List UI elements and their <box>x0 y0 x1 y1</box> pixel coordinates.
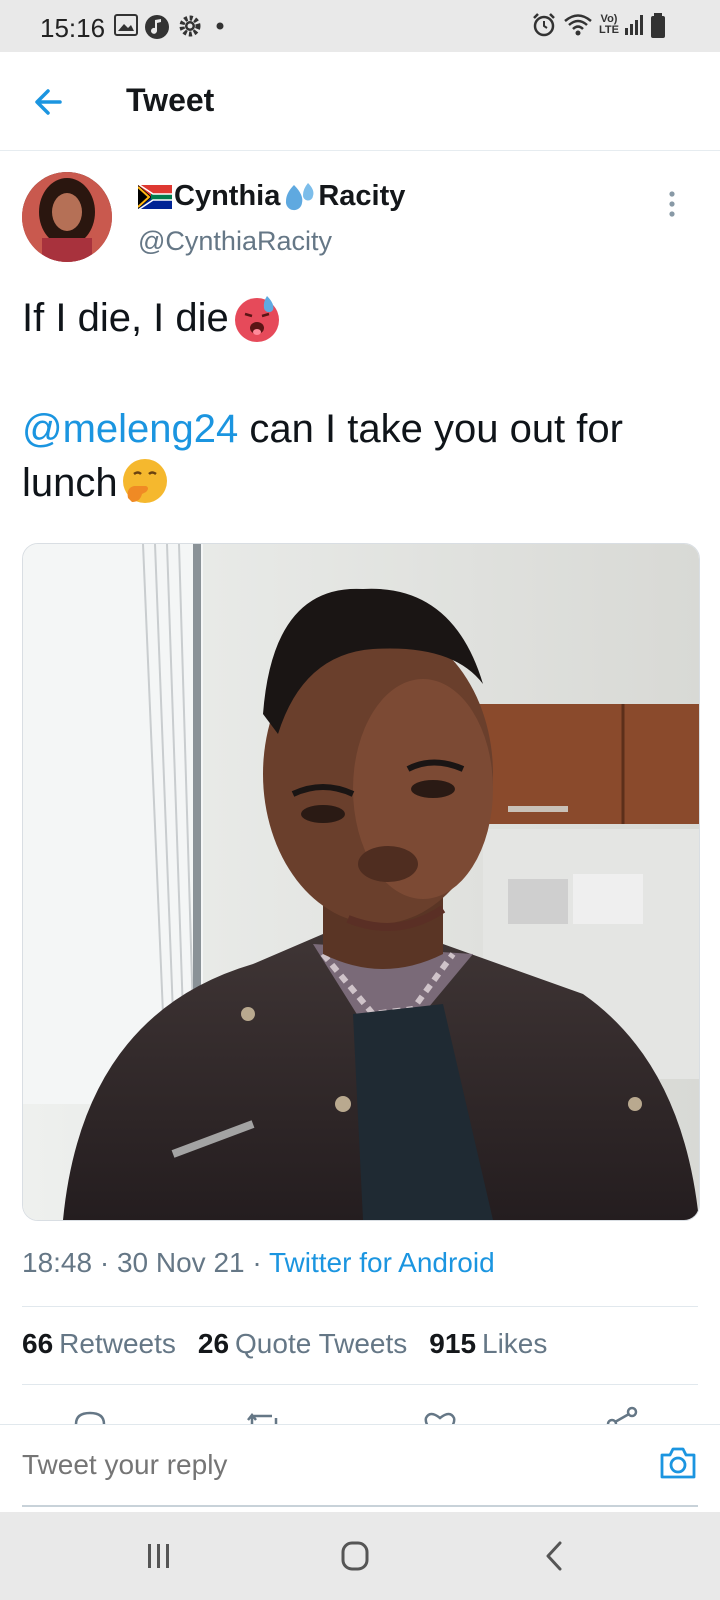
image-icon <box>114 14 138 36</box>
status-time: 15:16 <box>40 13 106 43</box>
divider <box>22 1384 698 1385</box>
page-title: Tweet <box>126 82 215 118</box>
tweet-text-line1: If I die, I die <box>22 292 283 344</box>
quote-tweets-stat[interactable]: 26 Quote Tweets <box>198 1328 407 1360</box>
music-icon <box>145 15 169 39</box>
mention-link[interactable]: @meleng24 <box>22 407 238 451</box>
hand-over-mouth-icon <box>122 459 167 503</box>
tweet-actions <box>0 1404 720 1424</box>
tweet-date: 30 Nov 21 <box>116 1247 245 1278</box>
retweet-icon[interactable] <box>244 1412 284 1424</box>
tweet-timestamp: 18:48 · 30 Nov 21 · Twitter for Android <box>22 1247 495 1279</box>
author-name[interactable]: Cynthia Racity <box>138 180 405 213</box>
signal-icon <box>625 15 643 35</box>
tweet-source-link[interactable]: Twitter for Android <box>269 1247 495 1278</box>
battery-icon <box>651 13 665 38</box>
camera-icon[interactable] <box>658 1443 698 1483</box>
back-icon[interactable] <box>544 1540 564 1572</box>
avatar[interactable] <box>22 172 112 262</box>
flag-south-africa-icon <box>138 184 172 209</box>
tweet-text: If I die, I die <box>22 295 229 340</box>
alarm-icon <box>533 13 555 37</box>
tweet-stats: 66 Retweets 26 Quote Tweets 915 Likes <box>22 1328 547 1360</box>
reply-underline <box>22 1505 698 1507</box>
divider <box>22 1306 698 1307</box>
retweets-stat[interactable]: 66 Retweets <box>22 1328 176 1360</box>
tweet-photo[interactable] <box>22 543 700 1221</box>
tweet-time: 18:48 <box>22 1247 93 1278</box>
app-header: Tweet <box>0 52 720 151</box>
gear-icon <box>179 15 201 37</box>
hot-face-icon <box>234 296 279 342</box>
arrow-left-icon[interactable] <box>30 82 70 122</box>
reply-input[interactable] <box>22 1443 622 1487</box>
wifi-icon <box>564 14 592 36</box>
like-icon[interactable] <box>422 1410 458 1424</box>
author-first-name: Cynthia <box>174 180 281 212</box>
sweat-droplets-icon <box>286 182 314 210</box>
share-icon[interactable] <box>604 1406 640 1424</box>
likes-stat[interactable]: 915 Likes <box>429 1328 547 1360</box>
dot-icon <box>216 22 224 30</box>
separator: · <box>99 1247 110 1278</box>
status-bar: 15:16 Vo) LTE <box>0 0 720 52</box>
author-last-name: Racity <box>318 180 406 212</box>
separator: · <box>252 1247 262 1278</box>
system-nav-bar <box>0 1512 720 1600</box>
more-options-icon[interactable] <box>660 186 684 222</box>
home-icon[interactable] <box>340 1540 370 1572</box>
reply-composer <box>0 1424 720 1507</box>
author-handle[interactable]: @CynthiaRacity <box>138 226 332 257</box>
tweet-text-line2: @meleng24 can I take you out for lunch <box>22 402 702 510</box>
reply-icon[interactable] <box>72 1410 108 1424</box>
volte-icon: Vo) LTE <box>599 13 619 36</box>
recent-apps-icon[interactable] <box>146 1542 172 1570</box>
